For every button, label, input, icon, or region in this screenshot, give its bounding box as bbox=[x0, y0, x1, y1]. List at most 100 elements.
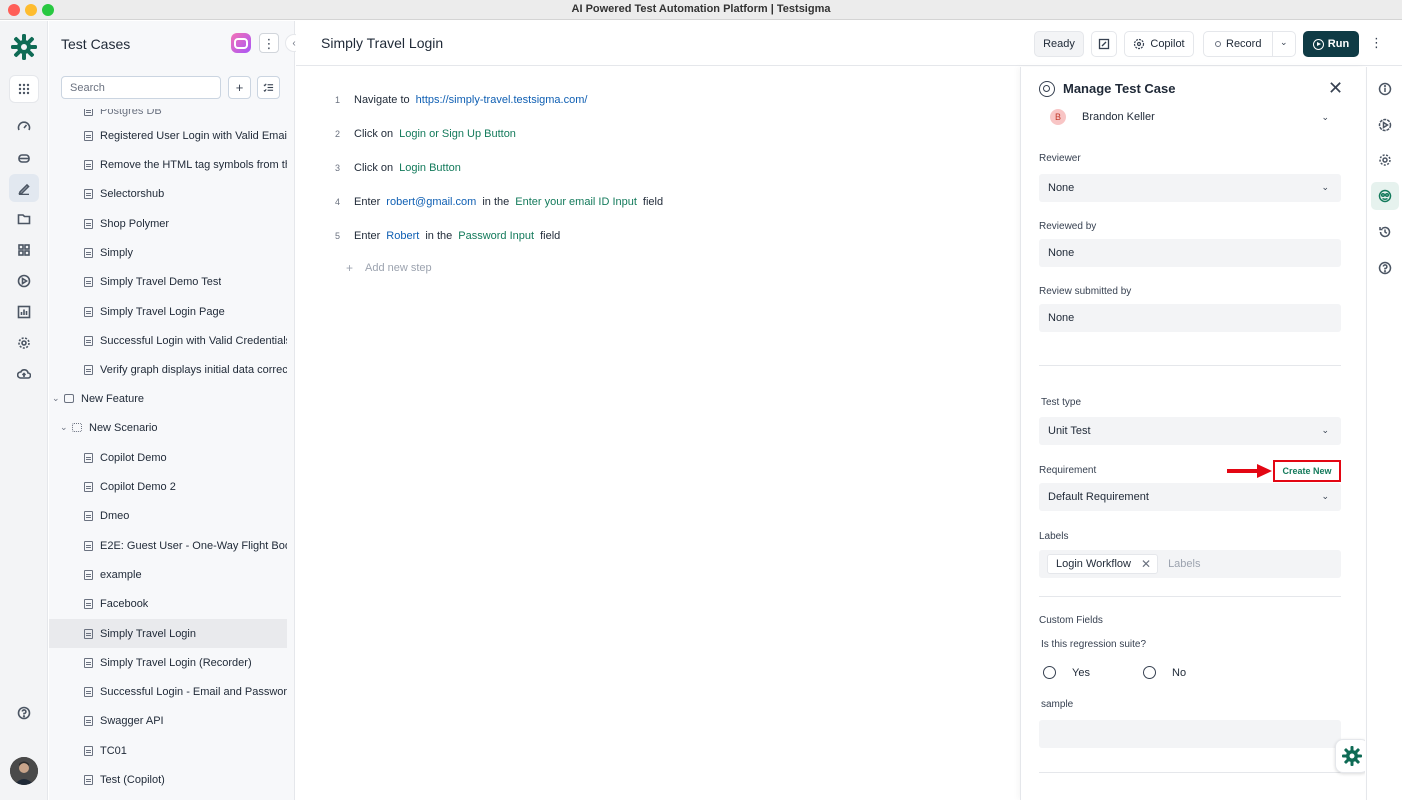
radio-circle-icon[interactable] bbox=[1143, 666, 1156, 679]
close-icon[interactable]: ✕ bbox=[1328, 79, 1343, 97]
filter-list-icon[interactable] bbox=[257, 76, 280, 99]
requirement-label: Requirement bbox=[1039, 465, 1097, 476]
tree-item-case[interactable]: Shop Polymer bbox=[49, 209, 287, 238]
document-icon bbox=[84, 452, 93, 463]
robot-icon[interactable] bbox=[9, 144, 39, 172]
requirement-select[interactable]: Default Requirement ⌄ bbox=[1039, 483, 1341, 511]
test-step[interactable]: 2 Click on Login or Sign Up Button bbox=[296, 124, 522, 144]
tree-item-feature[interactable]: ⌄ New Feature bbox=[49, 384, 287, 413]
owner-select[interactable]: B Brandon Keller ⌄ bbox=[1039, 104, 1341, 130]
tree-item-case[interactable]: Dmeo bbox=[49, 501, 287, 530]
document-icon bbox=[84, 335, 93, 346]
document-icon bbox=[84, 218, 93, 229]
tree-item-case[interactable]: Verify graph displays initial data corre… bbox=[49, 355, 287, 384]
tree-item-case[interactable]: Simply bbox=[49, 238, 287, 267]
tree-item-case[interactable]: Successful Login - Email and Password bbox=[49, 677, 287, 706]
test-step[interactable]: 1 Navigate to https://simply-travel.test… bbox=[296, 90, 593, 110]
add-test-case-button[interactable]: + bbox=[228, 76, 251, 99]
test-step[interactable]: 4 Enter robert@gmail.com in the Enter yo… bbox=[296, 192, 669, 212]
document-icon bbox=[84, 715, 93, 726]
settings-icon[interactable] bbox=[1371, 146, 1399, 174]
notes-icon[interactable] bbox=[1091, 31, 1117, 57]
add-new-step-label: Add new step bbox=[365, 262, 432, 274]
document-icon bbox=[84, 364, 93, 375]
panel-more-button[interactable]: ⋮ bbox=[259, 33, 279, 53]
test-step[interactable]: 5 Enter Robert in the Password Input fie… bbox=[296, 226, 566, 246]
dashboard-icon[interactable] bbox=[9, 113, 39, 141]
document-icon bbox=[84, 276, 93, 287]
elements-icon[interactable] bbox=[9, 236, 39, 264]
tree-item-case[interactable]: Copilot Demo 2 bbox=[49, 472, 287, 501]
test-data-icon[interactable] bbox=[9, 205, 39, 233]
test-step[interactable]: 3 Click on Login Button bbox=[296, 158, 467, 178]
document-icon bbox=[84, 774, 93, 785]
manage-test-case-icon bbox=[1039, 81, 1055, 97]
copilot-icon bbox=[1134, 38, 1145, 50]
document-icon bbox=[84, 510, 93, 521]
document-icon bbox=[84, 188, 93, 199]
history-icon[interactable] bbox=[1371, 218, 1399, 246]
tree-item-scenario[interactable]: ⌄ New Scenario bbox=[49, 413, 287, 442]
document-icon bbox=[84, 540, 93, 551]
labels-input[interactable]: Login Workflow ✕ Labels bbox=[1039, 550, 1341, 578]
tree-item-case-selected[interactable]: Simply Travel Login bbox=[49, 619, 287, 648]
more-options-icon[interactable]: ⋮ bbox=[1370, 35, 1383, 51]
feature-icon bbox=[64, 394, 74, 403]
chevron-down-icon: ⌄ bbox=[1321, 491, 1329, 501]
info-icon[interactable] bbox=[1371, 75, 1399, 103]
user-avatar[interactable] bbox=[10, 757, 38, 785]
tree-item-case[interactable]: Copilot Demo bbox=[49, 443, 287, 472]
settings-icon[interactable] bbox=[9, 329, 39, 357]
sample-field-input[interactable] bbox=[1039, 720, 1341, 748]
tree-item-case[interactable]: E2E: Guest User - One-Way Flight Booking bbox=[49, 531, 287, 560]
remove-label-icon[interactable]: ✕ bbox=[1141, 557, 1151, 571]
manage-test-case-icon[interactable] bbox=[1371, 182, 1399, 210]
document-icon bbox=[84, 628, 93, 639]
copilot-button[interactable]: Copilot bbox=[1124, 31, 1194, 57]
owner-name: Brandon Keller bbox=[1082, 111, 1155, 123]
tree-item-case[interactable]: Simply Travel Login Page bbox=[49, 297, 287, 326]
run-history-icon[interactable] bbox=[1371, 111, 1399, 139]
tree-item-case[interactable]: Swagger API bbox=[49, 706, 287, 735]
testsigma-logo-icon[interactable] bbox=[10, 33, 38, 61]
reports-icon[interactable] bbox=[9, 298, 39, 326]
chevron-down-icon[interactable]: ⌄ bbox=[52, 393, 64, 404]
manage-panel-title: Manage Test Case bbox=[1063, 81, 1176, 96]
run-results-icon[interactable] bbox=[9, 267, 39, 295]
tree-item-case[interactable]: Simply Travel Login (Recorder) bbox=[49, 648, 287, 677]
run-button[interactable]: Run bbox=[1303, 31, 1359, 57]
tree-item-case[interactable]: Remove the HTML tag symbols from the bbox=[49, 150, 287, 179]
reviewer-select[interactable]: None ⌄ bbox=[1039, 174, 1341, 202]
help-icon[interactable] bbox=[9, 699, 39, 727]
search-input[interactable] bbox=[61, 76, 221, 99]
tree-item-case[interactable]: Simply Travel Demo Test bbox=[49, 267, 287, 296]
test-type-label: Test type bbox=[1041, 397, 1082, 408]
labels-placeholder: Labels bbox=[1168, 558, 1201, 570]
record-button[interactable]: Record ⌄ bbox=[1203, 31, 1296, 57]
tree-item-case[interactable]: Successful Login with Valid Credentials bbox=[49, 326, 287, 355]
apps-grid-icon[interactable] bbox=[9, 75, 39, 103]
plus-icon: + bbox=[346, 261, 354, 275]
add-new-step-button[interactable]: + Add new step bbox=[346, 261, 432, 275]
test-cases-icon[interactable] bbox=[9, 174, 39, 202]
review-submitted-by-label: Review submitted by bbox=[1039, 286, 1132, 297]
copilot-bot-icon[interactable] bbox=[231, 33, 251, 53]
custom-fields-label: Custom Fields bbox=[1039, 615, 1103, 626]
tree-item-case[interactable]: TC01 bbox=[49, 736, 287, 765]
radio-yes[interactable]: Yes bbox=[1043, 666, 1090, 679]
tree-item-case[interactable]: example bbox=[49, 560, 287, 589]
chat-assistant-icon[interactable] bbox=[1335, 739, 1365, 773]
tree-item-case[interactable]: Selectorshub bbox=[49, 179, 287, 208]
tree-item-case[interactable]: Registered User Login with Valid Email bbox=[49, 121, 287, 150]
test-type-select[interactable]: Unit Test ⌄ bbox=[1039, 417, 1341, 445]
tree-item-case[interactable]: Facebook bbox=[49, 589, 287, 618]
help-icon[interactable] bbox=[1371, 254, 1399, 282]
chevron-down-icon[interactable]: ⌄ bbox=[60, 422, 72, 433]
record-options-chevron-icon[interactable]: ⌄ bbox=[1280, 37, 1288, 48]
tree-item-case[interactable]: Test (Copilot) bbox=[49, 765, 287, 794]
cloud-icon[interactable] bbox=[9, 360, 39, 388]
create-new-requirement-button[interactable]: Create New bbox=[1273, 460, 1341, 482]
radio-circle-icon[interactable] bbox=[1043, 666, 1056, 679]
radio-no[interactable]: No bbox=[1143, 666, 1186, 679]
window-title: AI Powered Test Automation Platform | Te… bbox=[571, 3, 831, 15]
